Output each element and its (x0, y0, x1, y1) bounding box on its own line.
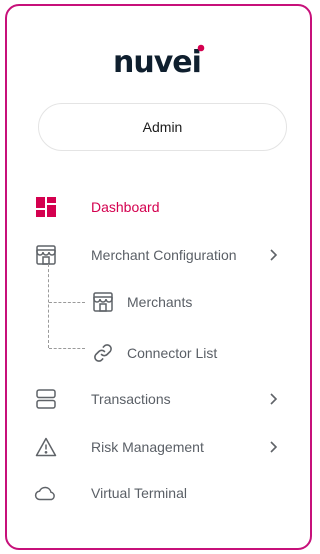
nav-item-transactions[interactable]: Transactions (7, 379, 306, 419)
nav-item-risk-management[interactable]: Risk Management (7, 427, 306, 467)
store-icon (34, 243, 58, 267)
sidebar-panel: nuvei Admin Dashboard Merchant Configura… (5, 4, 312, 550)
admin-user-label: Admin (142, 119, 183, 135)
link-icon (91, 341, 115, 365)
chevron-right-icon (266, 440, 280, 454)
dashboard-icon (34, 195, 58, 219)
nav-item-virtual-terminal[interactable]: Virtual Terminal (7, 473, 306, 513)
nav-subitem-merchants[interactable]: Merchants (7, 282, 306, 322)
logo-accent-dot (197, 44, 204, 52)
nav-label-merchant-configuration: Merchant Configuration (91, 247, 237, 263)
nav-label-transactions: Transactions (91, 391, 171, 407)
chevron-right-icon (266, 248, 280, 262)
chevron-right-icon (266, 392, 280, 406)
nav-label-dashboard: Dashboard (91, 199, 160, 215)
nav-label-merchants: Merchants (127, 294, 193, 310)
nav-subitem-connector-list[interactable]: Connector List (7, 333, 306, 373)
nuvei-logo[interactable]: nuvei (7, 44, 310, 85)
cloud-icon (34, 481, 58, 505)
brand-wordmark: nuvei (113, 45, 201, 80)
nav-label-risk-management: Risk Management (91, 439, 204, 455)
warning-icon (34, 435, 58, 459)
nav-item-dashboard[interactable]: Dashboard (7, 187, 306, 227)
admin-user-button[interactable]: Admin (38, 103, 287, 151)
brand-logo-graphic: nuvei (113, 44, 204, 80)
nav-label-connector-list: Connector List (127, 345, 218, 361)
transactions-icon (34, 387, 58, 411)
nav-item-merchant-configuration[interactable]: Merchant Configuration (7, 235, 306, 275)
nav-label-virtual-terminal: Virtual Terminal (91, 485, 187, 501)
store-icon (91, 290, 115, 314)
